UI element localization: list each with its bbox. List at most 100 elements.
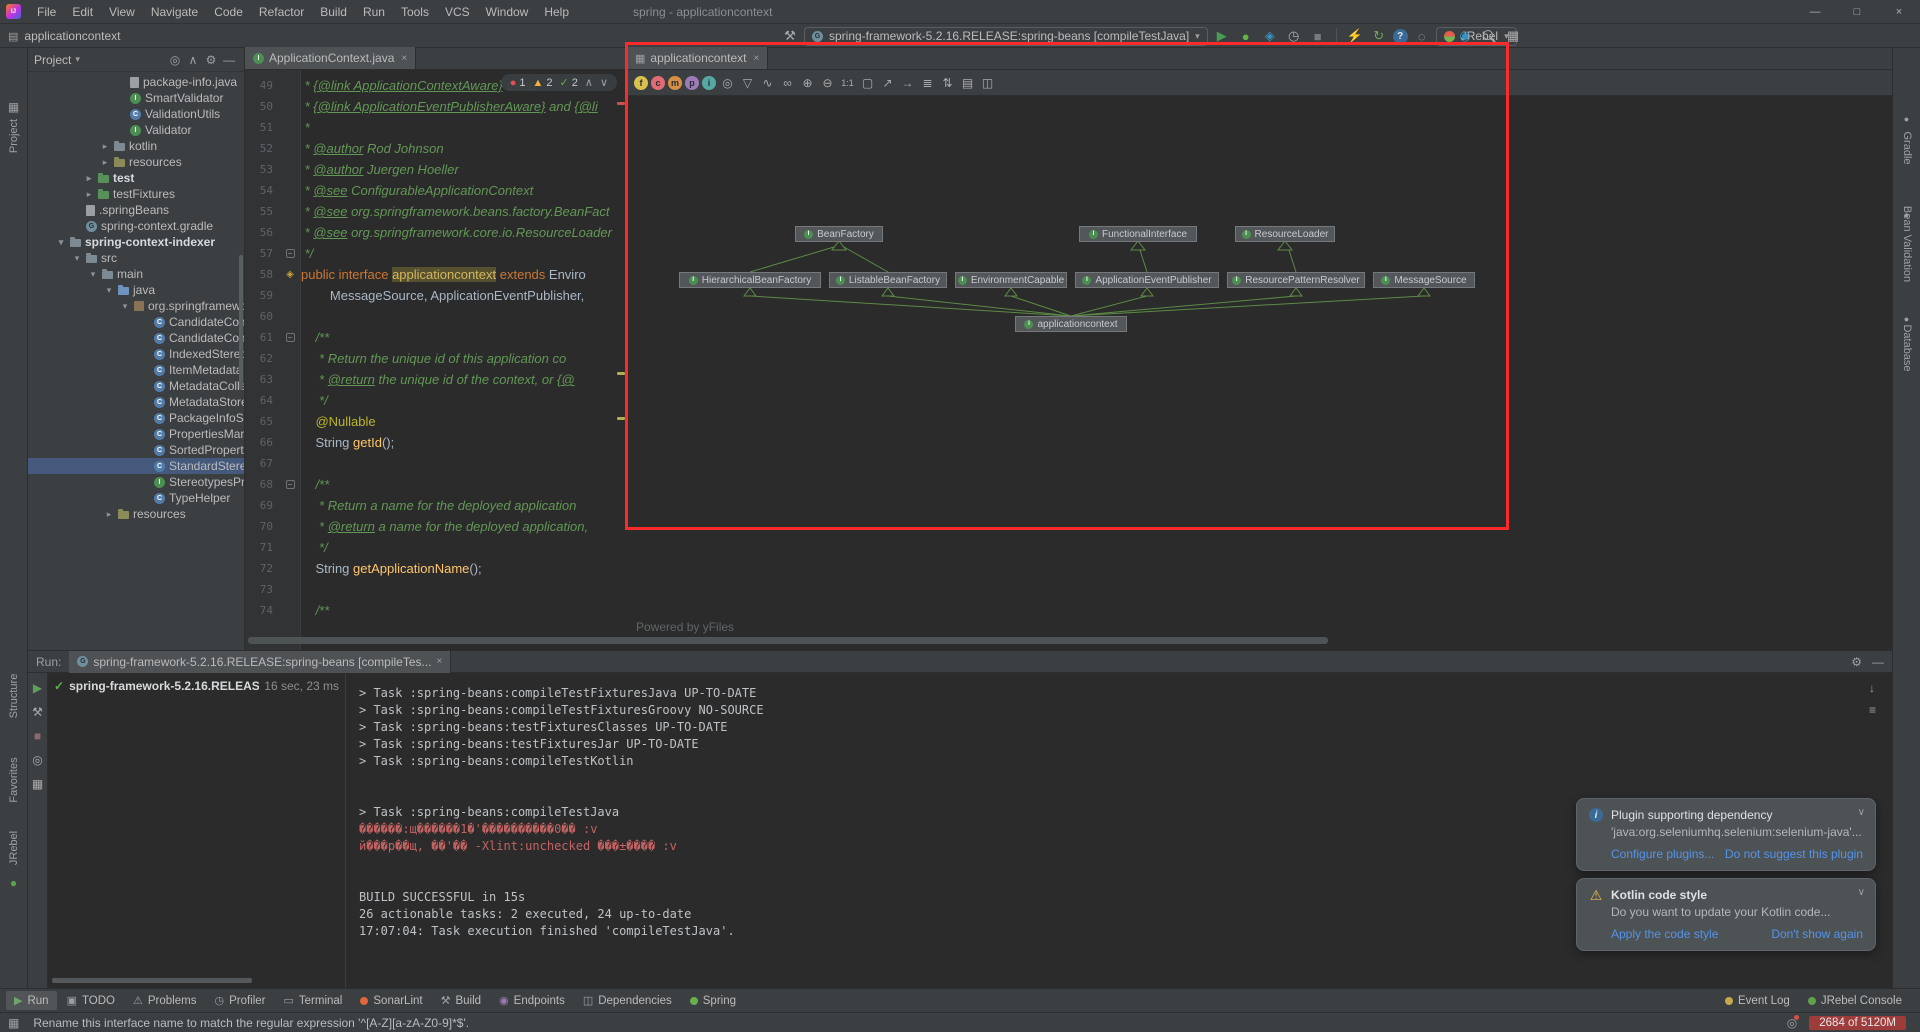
tree-item[interactable]: C PackageInfoStereotypesProvider [28,410,244,426]
menu-refactor[interactable]: Refactor [251,0,312,24]
tree-item[interactable]: C ItemMetadata [28,362,244,378]
gutter-icon[interactable]: ◈ [286,269,294,280]
stop-button[interactable]: ■ [1308,26,1328,46]
code-line[interactable]: 71 */ [245,537,627,558]
code-line[interactable]: 69 * Return a name for the deployed appl… [245,495,627,516]
close-button[interactable]: × [1878,0,1920,24]
stripe-item-project[interactable]: Project [8,119,20,153]
hide-icon[interactable]: — [1872,655,1884,669]
memory-indicator[interactable]: 2684 of 5120M [1809,1015,1906,1030]
toolwindow-button-spring[interactable]: Spring [682,992,744,1010]
expand-icon[interactable]: ⇅ [939,74,956,91]
edge-filter-icon[interactable]: ∿ [759,74,776,91]
code-line[interactable]: 62 * Return the unique id of this applic… [245,348,627,369]
chevron-down-icon[interactable]: ▾ [75,54,80,65]
run-tab[interactable]: G spring-framework-5.2.16.RELEASE:spring… [69,650,452,673]
tree-item[interactable]: ▾ spring-context-indexer [28,234,244,250]
toolwindow-button-terminal[interactable]: ▭ Terminal [276,991,351,1010]
tree-item[interactable]: C MetadataStore [28,394,244,410]
notification-balloon[interactable]: i Plugin supporting dependency ∨ 'java:org.… [1576,798,1876,871]
run-tree-item[interactable]: ✓ spring-framework-5.2.16.RELEASE:spring… [48,673,345,699]
scroll-to-end-icon[interactable]: ↓ [1869,681,1876,695]
rerun-button[interactable]: ▶ [33,681,42,695]
help-icon[interactable]: ? [1392,28,1408,44]
zoom-in-icon[interactable]: ⊕ [799,74,816,91]
toolwindow-button-event-log[interactable]: Event Log [1717,992,1798,1010]
diagram-node[interactable]: Iapplicationcontext [1015,316,1127,332]
search-everywhere-icon[interactable] [1479,26,1499,46]
toolwindow-button-dependencies[interactable]: ◫ Dependencies [575,991,680,1010]
warning-stripe-mark[interactable] [617,372,625,375]
toolwindow-button-todo[interactable]: ▣ TODO [59,991,123,1010]
link-icon[interactable]: ∞ [779,74,796,91]
chevron-down-icon[interactable]: ∨ [1858,887,1865,898]
run-tree-scrollbar[interactable] [52,978,252,983]
notification-balloon[interactable]: ⚠ Kotlin code style ∨ Do you want to update… [1576,878,1876,951]
notification-link[interactable]: Apply the code style [1611,927,1718,941]
tree-item[interactable]: ▾ src [28,250,244,266]
fold-icon[interactable]: − [285,249,295,258]
tree-item[interactable]: ▸ test [28,170,244,186]
inspections-widget[interactable]: ● 1 ▲ 2 ✓ 2 ∧ ∨ [500,74,617,91]
diagram-tab[interactable]: ▦ applicationcontext × [627,47,769,69]
tree-item[interactable]: ▾ org.springframework.co [28,298,244,314]
code-line[interactable]: 65 @Nullable [245,411,627,432]
menu-build[interactable]: Build [312,0,355,24]
code-line[interactable]: 58 ◈ public interface applicationcontext e… [245,264,627,285]
tree-item[interactable]: ▸ kotlin [28,138,244,154]
tool-windows-icon[interactable]: ▦ [1503,26,1523,46]
code-line[interactable]: 64 */ [245,390,627,411]
menu-navigate[interactable]: Navigate [143,0,206,24]
code-line[interactable]: 72 String getApplicationName (); [245,558,627,579]
tree-item[interactable]: ▾ main [28,266,244,282]
diagram-node[interactable]: I ResourceLoader [1235,226,1335,242]
error-stripe-mark[interactable] [617,102,625,105]
show-fields-icon[interactable]: f [634,75,648,90]
jrebel-sync-icon[interactable]: ↻ [1369,26,1389,46]
tree-item[interactable]: C ValidationUtils [28,106,244,122]
tree-item[interactable]: Gspring-context.gradle [28,218,244,234]
tree-item[interactable]: C TypeHelper [28,490,244,506]
code-line[interactable]: 53 * @author Juergen Hoeller [245,159,627,180]
code-line[interactable]: 63 * @return the unique id of the contex… [245,369,627,390]
diagram-node[interactable]: I ApplicationEventPublisher [1075,272,1219,288]
share-icon[interactable]: ↗ [879,74,896,91]
diagram-node[interactable]: I MessageSource [1373,272,1475,288]
maximize-button[interactable]: □ [1836,0,1878,24]
menu-tools[interactable]: Tools [393,0,437,24]
code-line[interactable]: 57 − */ [245,243,627,264]
code-line[interactable]: 61 − /** [245,327,627,348]
plugin-icon[interactable]: ◌ [1412,26,1432,46]
profiler-button[interactable]: ◷ [1284,26,1304,46]
stripe-item-favorites[interactable]: Favorites [8,757,20,802]
updates-icon[interactable]: ◉ [1455,26,1475,46]
build-settings-icon[interactable]: ⚒ [32,705,43,719]
diagram-canvas[interactable]: I BeanFactory I FunctionalInterface I Resourc… [627,96,1892,650]
run-config-select[interactable]: Gspring-framework-5.2.16.RELEASE:spring-… [804,26,1208,46]
debug-button[interactable]: ● [1236,26,1256,46]
stop-button[interactable]: ■ [34,729,41,743]
hide-panel-icon[interactable]: — [220,53,238,67]
stripe-item-database[interactable]: Database [1901,324,1913,371]
prev-issue-icon[interactable]: ∧ [585,76,593,89]
stripe-item-structure[interactable]: Structure [8,674,20,719]
tree-item[interactable]: C IndexedStereotypesProvider [28,346,244,362]
show-methods-icon[interactable]: m [668,75,682,90]
show-options-icon[interactable]: ◎ [32,753,42,767]
toolwindow-button-jrebel-console[interactable]: JRebel Console [1800,992,1910,1010]
notification-link[interactable]: Configure plugins... [1611,847,1714,861]
tree-item[interactable]: C MetadataCollector [28,378,244,394]
code-line[interactable]: 56 * @see org.springframework.core.io.Re… [245,222,627,243]
fold-icon[interactable]: − [285,333,295,342]
tree-item[interactable]: C PropertiesMarshaller [28,426,244,442]
code-line[interactable]: 52 * @author Rod Johnson [245,138,627,159]
minimize-button[interactable]: — [1794,0,1836,24]
next-issue-icon[interactable]: ∨ [600,76,608,89]
tree-item[interactable]: I SmartValidator [28,90,244,106]
project-scrollbar[interactable] [239,255,243,390]
code-line[interactable]: 50 * {@link ApplicationEventPublisherAwa… [245,96,627,117]
menu-edit[interactable]: Edit [64,0,101,24]
tree-item[interactable]: ▸ resources [28,506,244,522]
menu-code[interactable]: Code [206,0,251,24]
chevron-down-icon[interactable]: ∨ [1858,807,1865,818]
